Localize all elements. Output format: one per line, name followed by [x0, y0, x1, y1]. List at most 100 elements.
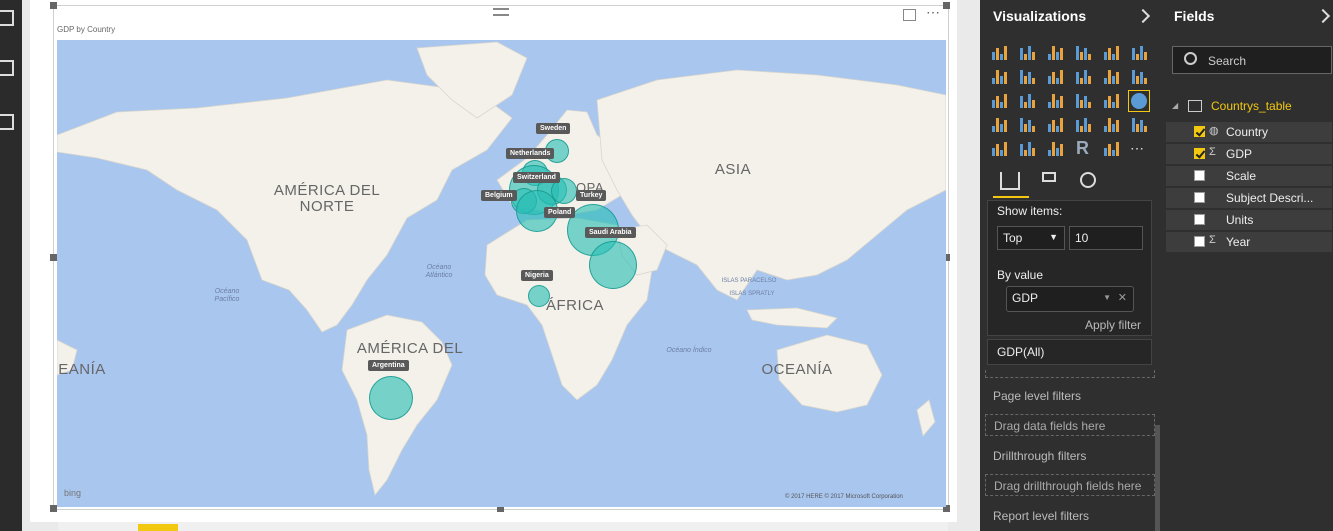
- field-row-gdp[interactable]: Σ GDP: [1166, 144, 1332, 164]
- chevron-down-icon[interactable]: ▼: [1103, 293, 1111, 302]
- show-items-label: Show items:: [997, 204, 1063, 218]
- 100-column-viz-icon[interactable]: [1130, 44, 1150, 62]
- report-view-icon[interactable]: [0, 10, 14, 26]
- pane-scrollbar[interactable]: [1155, 425, 1160, 531]
- map-label-asia: ASIA: [714, 161, 752, 178]
- page-filters-dropzone[interactable]: Drag data fields here: [985, 414, 1155, 436]
- page-tab-active[interactable]: [138, 524, 178, 531]
- relationships-view-icon[interactable]: [0, 114, 14, 130]
- field-name: Scale: [1226, 169, 1257, 183]
- donut-viz-icon[interactable]: [1074, 92, 1094, 110]
- format-paintroller-icon[interactable]: [1042, 172, 1056, 182]
- country-tag-argentina: Argentina: [368, 360, 409, 371]
- search-icon: [1184, 52, 1197, 65]
- gauge-viz-icon[interactable]: [1046, 116, 1066, 134]
- ribbon-viz-icon[interactable]: [1130, 68, 1150, 86]
- field-row-units[interactable]: Units: [1166, 210, 1332, 230]
- data-view-icon[interactable]: [0, 60, 14, 76]
- apply-filter-button[interactable]: Apply filter: [1085, 318, 1141, 332]
- top-bottom-dropdown[interactable]: Top ▼: [997, 226, 1065, 250]
- table-name[interactable]: Countrys_table: [1211, 99, 1292, 113]
- map-label-paracel: ISLAS PARACELSO: [721, 278, 777, 284]
- slicer-viz-icon[interactable]: [990, 140, 1010, 158]
- line-viz-icon[interactable]: [990, 68, 1010, 86]
- map-label-oceania: OCEANÍA: [761, 361, 833, 378]
- clustered-bar-viz-icon[interactable]: [1046, 44, 1066, 62]
- drag-grip-icon[interactable]: [493, 8, 509, 16]
- world-map: [57, 41, 946, 496]
- checkbox-unchecked[interactable]: [1194, 214, 1205, 225]
- funnel-viz-icon[interactable]: [1018, 116, 1038, 134]
- gdp-all-filter-card[interactable]: GDP(All): [987, 339, 1152, 365]
- arcgis-viz-icon[interactable]: [1102, 140, 1122, 158]
- report-level-filters-heading: Report level filters: [993, 509, 1090, 523]
- card-viz-icon[interactable]: [1074, 116, 1094, 134]
- map-label-oceania-left: EANÍA: [58, 361, 106, 378]
- expand-table-icon[interactable]: ◢: [1172, 101, 1178, 110]
- line-clustered-viz-icon[interactable]: [1102, 68, 1122, 86]
- visual-title: GDP by Country: [57, 25, 116, 34]
- page-tabs-bar: [58, 522, 948, 531]
- checkbox-checked[interactable]: [1194, 148, 1205, 159]
- checkbox-unchecked[interactable]: [1194, 192, 1205, 203]
- resize-handle[interactable]: [50, 254, 57, 261]
- table-viz-icon[interactable]: [1018, 140, 1038, 158]
- resize-handle[interactable]: [50, 505, 57, 512]
- field-row-scale[interactable]: Scale: [1166, 166, 1332, 186]
- fields-title: Fields: [1174, 8, 1215, 24]
- bubble-argentina[interactable]: [369, 376, 413, 420]
- field-name: Country: [1226, 125, 1269, 139]
- field-row-year[interactable]: Σ Year: [1166, 232, 1332, 252]
- checkbox-checked[interactable]: [1194, 126, 1205, 137]
- matrix-viz-icon[interactable]: [1046, 140, 1066, 158]
- resize-handle[interactable]: [50, 2, 57, 9]
- globe-icon: ◍: [1209, 125, 1219, 137]
- scatter-viz-icon[interactable]: [1018, 92, 1038, 110]
- pie-viz-icon[interactable]: [1046, 92, 1066, 110]
- stacked-bar-viz-icon[interactable]: [990, 44, 1010, 62]
- bubble-nigeria[interactable]: [528, 285, 550, 307]
- country-tag-turkey: Turkey: [576, 190, 607, 201]
- clustered-column-viz-icon[interactable]: [1074, 44, 1094, 62]
- field-name: Units: [1226, 213, 1254, 227]
- resize-handle[interactable]: [943, 2, 950, 9]
- stacked-area-viz-icon[interactable]: [1046, 68, 1066, 86]
- map-area[interactable]: [57, 40, 946, 507]
- kpi-viz-icon[interactable]: [1130, 116, 1150, 134]
- treemap-viz-icon[interactable]: [1102, 92, 1122, 110]
- sigma-icon: Σ: [1209, 234, 1216, 246]
- stacked-column-viz-icon[interactable]: [1018, 44, 1038, 62]
- checkbox-unchecked[interactable]: [1194, 170, 1205, 181]
- multirow-card-viz-icon[interactable]: [1102, 116, 1122, 134]
- globe-viz-icon[interactable]: [1131, 93, 1147, 109]
- country-tag-nigeria: Nigeria: [521, 270, 553, 281]
- top-count-input[interactable]: 10: [1069, 226, 1143, 250]
- focus-mode-icon[interactable]: [903, 9, 916, 21]
- fields-tab-icon[interactable]: [1000, 172, 1020, 190]
- 100-bar-viz-icon[interactable]: [1102, 44, 1122, 62]
- drillthrough-dropzone[interactable]: Drag drillthrough fields here: [985, 474, 1155, 496]
- more-options-icon[interactable]: ⋯: [926, 4, 940, 21]
- country-tag-belgium: Belgium: [481, 190, 517, 201]
- fields-search-input[interactable]: Search: [1172, 46, 1332, 74]
- r-visual-icon[interactable]: R: [1076, 138, 1089, 159]
- field-name: Year: [1226, 235, 1251, 249]
- by-value-field-well[interactable]: GDP ▼ ✕: [1006, 286, 1134, 312]
- country-tag-saudi-arabia: Saudi Arabia: [585, 227, 636, 238]
- analytics-magnifier-icon[interactable]: [1080, 172, 1096, 188]
- area-viz-icon[interactable]: [1018, 68, 1038, 86]
- active-tab-underline: [993, 196, 1029, 198]
- bing-logo: bing: [64, 488, 82, 498]
- line-column-viz-icon[interactable]: [1074, 68, 1094, 86]
- checkbox-unchecked[interactable]: [1194, 236, 1205, 247]
- field-row-subject[interactable]: Subject Descri...: [1166, 188, 1332, 208]
- remove-field-icon[interactable]: ✕: [1118, 291, 1127, 304]
- more-visuals-icon[interactable]: ⋯: [1130, 140, 1144, 157]
- by-value-label: By value: [997, 268, 1044, 282]
- country-tag-switzerland: Switzerland: [513, 172, 560, 183]
- field-row-country[interactable]: ◍ Country: [1166, 122, 1332, 142]
- waterfall-viz-icon[interactable]: [990, 92, 1010, 110]
- filled-map-viz-icon[interactable]: [990, 116, 1010, 134]
- bubble-saudi-arabia[interactable]: [589, 241, 637, 289]
- chevron-down-icon: ▼: [1049, 232, 1058, 242]
